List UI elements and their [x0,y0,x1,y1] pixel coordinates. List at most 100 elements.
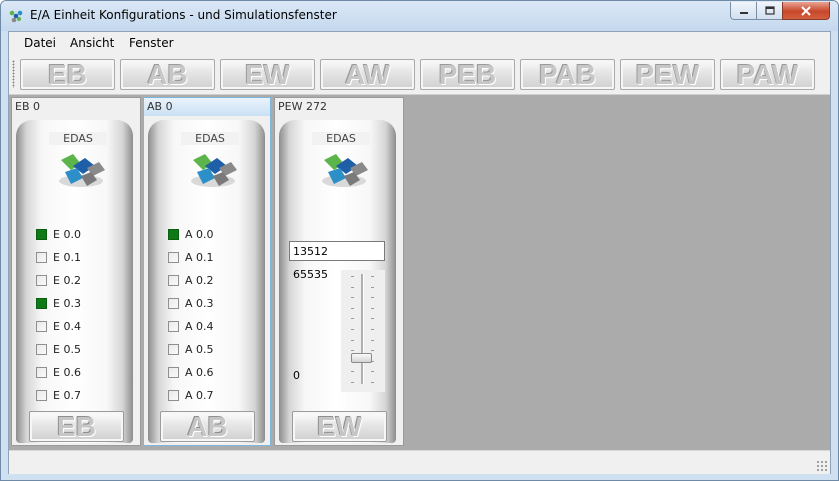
list-item[interactable]: A 0.0 [168,228,248,244]
toolbar-aw-button[interactable]: AW [320,59,415,90]
io-label: E 0.4 [53,320,81,333]
checkbox[interactable] [168,321,179,332]
slider-tick [371,371,374,373]
edas-logo-icon [191,154,237,187]
io-label: E 0.3 [53,297,81,310]
edas-logo-text: EDAS [312,132,370,145]
list-item[interactable]: E 0.5 [36,343,116,359]
slider-tick [371,307,374,309]
pew-module-button[interactable]: EW [292,411,387,442]
slider-tick [351,318,354,320]
eb-module-button[interactable]: EB [29,411,124,442]
slider-tick [351,339,354,341]
pew-module[interactable]: PEW 272 EDAS 65535 [274,97,404,446]
value-slider[interactable] [341,270,385,392]
close-button[interactable] [782,2,830,20]
toolbar-grip[interactable] [12,60,15,88]
ab-module[interactable]: AB 0 EDAS A 0.0 A 0.1 A 0.2 A 0.3 A 0.4 … [143,97,271,446]
value-input[interactable] [289,241,385,261]
io-label: E 0.0 [53,228,81,241]
checkbox[interactable] [168,229,179,240]
list-item[interactable]: A 0.1 [168,251,248,267]
checkbox[interactable] [168,390,179,401]
slider-thumb[interactable] [351,353,372,364]
eb-module[interactable]: EB 0 EDAS E 0.0 E 0.1 E 0.2 E 0.3 E 0.4 … [11,97,141,446]
toolbar-paw-button[interactable]: PAW [720,59,815,90]
slider-tick [351,350,354,352]
list-item[interactable]: A 0.6 [168,366,248,382]
network-icon [9,10,23,23]
list-item[interactable]: E 0.4 [36,320,116,336]
toolbar-pew-button[interactable]: PEW [620,59,715,90]
checkbox[interactable] [36,298,47,309]
edas-logo: EDAS [49,132,109,194]
toolbar: EB AB EW AW PEB PAB PEW PAW [9,54,830,95]
pew-module-header: PEW 272 [278,100,327,113]
list-item[interactable]: E 0.1 [36,251,116,267]
list-item[interactable]: E 0.7 [36,389,116,405]
list-item[interactable]: A 0.7 [168,389,248,405]
slider-tick [351,276,354,277]
toolbar-pab-button[interactable]: PAB [520,59,615,90]
checkbox[interactable] [36,367,47,378]
slider-tick [351,297,354,299]
io-label: E 0.7 [53,389,81,402]
checkbox[interactable] [168,298,179,309]
checkbox[interactable] [36,229,47,240]
list-item[interactable]: A 0.2 [168,274,248,290]
resize-grip-icon[interactable] [816,460,828,472]
toolbar-peb-button[interactable]: PEB [420,59,515,90]
window-title: E/A Einheit Konfigurations - und Simulat… [30,8,337,22]
list-item[interactable]: A 0.4 [168,320,248,336]
minimize-icon [739,11,748,14]
toolbar-ew-button[interactable]: EW [220,59,315,90]
slider-tick [371,350,374,352]
toolbar-eb-button[interactable]: EB [20,59,115,90]
maximize-button[interactable] [756,2,783,20]
menu-ansicht[interactable]: Ansicht [70,36,114,50]
client-area: Datei Ansicht Fenster EB AB EW AW PEB PA… [8,31,831,474]
title-bar[interactable]: E/A Einheit Konfigurations - und Simulat… [1,1,838,31]
checkbox[interactable] [168,275,179,286]
list-item[interactable]: A 0.5 [168,343,248,359]
ab-module-panel: EDAS A 0.0 A 0.1 A 0.2 A 0.3 A 0.4 A 0.5… [148,120,265,443]
edas-logo-text: EDAS [181,132,239,145]
slider-tick [371,339,374,341]
list-item[interactable]: A 0.3 [168,297,248,313]
list-item[interactable]: E 0.3 [36,297,116,313]
slider-tick [371,329,374,330]
slider-tick [351,329,354,330]
checkbox[interactable] [36,344,47,355]
list-item[interactable]: E 0.6 [36,366,116,382]
io-label: A 0.0 [185,228,214,241]
io-label: A 0.2 [185,274,214,287]
checkbox[interactable] [168,344,179,355]
edas-logo: EDAS [312,132,372,194]
checkbox[interactable] [168,367,179,378]
menu-fenster[interactable]: Fenster [129,36,174,50]
slider-tick [351,382,354,383]
eb-module-panel: EDAS E 0.0 E 0.1 E 0.2 E 0.3 E 0.4 E 0.5… [16,120,133,443]
io-label: A 0.3 [185,297,214,310]
list-item[interactable]: E 0.2 [36,274,116,290]
module-workspace: EB 0 EDAS E 0.0 E 0.1 E 0.2 E 0.3 E 0.4 … [9,95,830,450]
checkbox[interactable] [36,321,47,332]
checkbox[interactable] [36,275,47,286]
menu-datei[interactable]: Datei [24,36,56,50]
ab-module-header: AB 0 [144,98,270,116]
io-label: A 0.5 [185,343,214,356]
status-bar [9,450,830,474]
checkbox[interactable] [36,390,47,401]
checkbox[interactable] [36,252,47,263]
io-label: A 0.6 [185,366,214,379]
slider-track [361,274,364,384]
slider-tick [371,382,374,383]
slider-tick [371,318,374,320]
checkbox[interactable] [168,252,179,263]
ab-module-button[interactable]: AB [160,411,255,442]
minimize-button[interactable] [730,2,757,20]
slider-tick [351,286,354,288]
io-label: E 0.2 [53,274,81,287]
toolbar-ab-button[interactable]: AB [120,59,215,90]
list-item[interactable]: E 0.0 [36,228,116,244]
